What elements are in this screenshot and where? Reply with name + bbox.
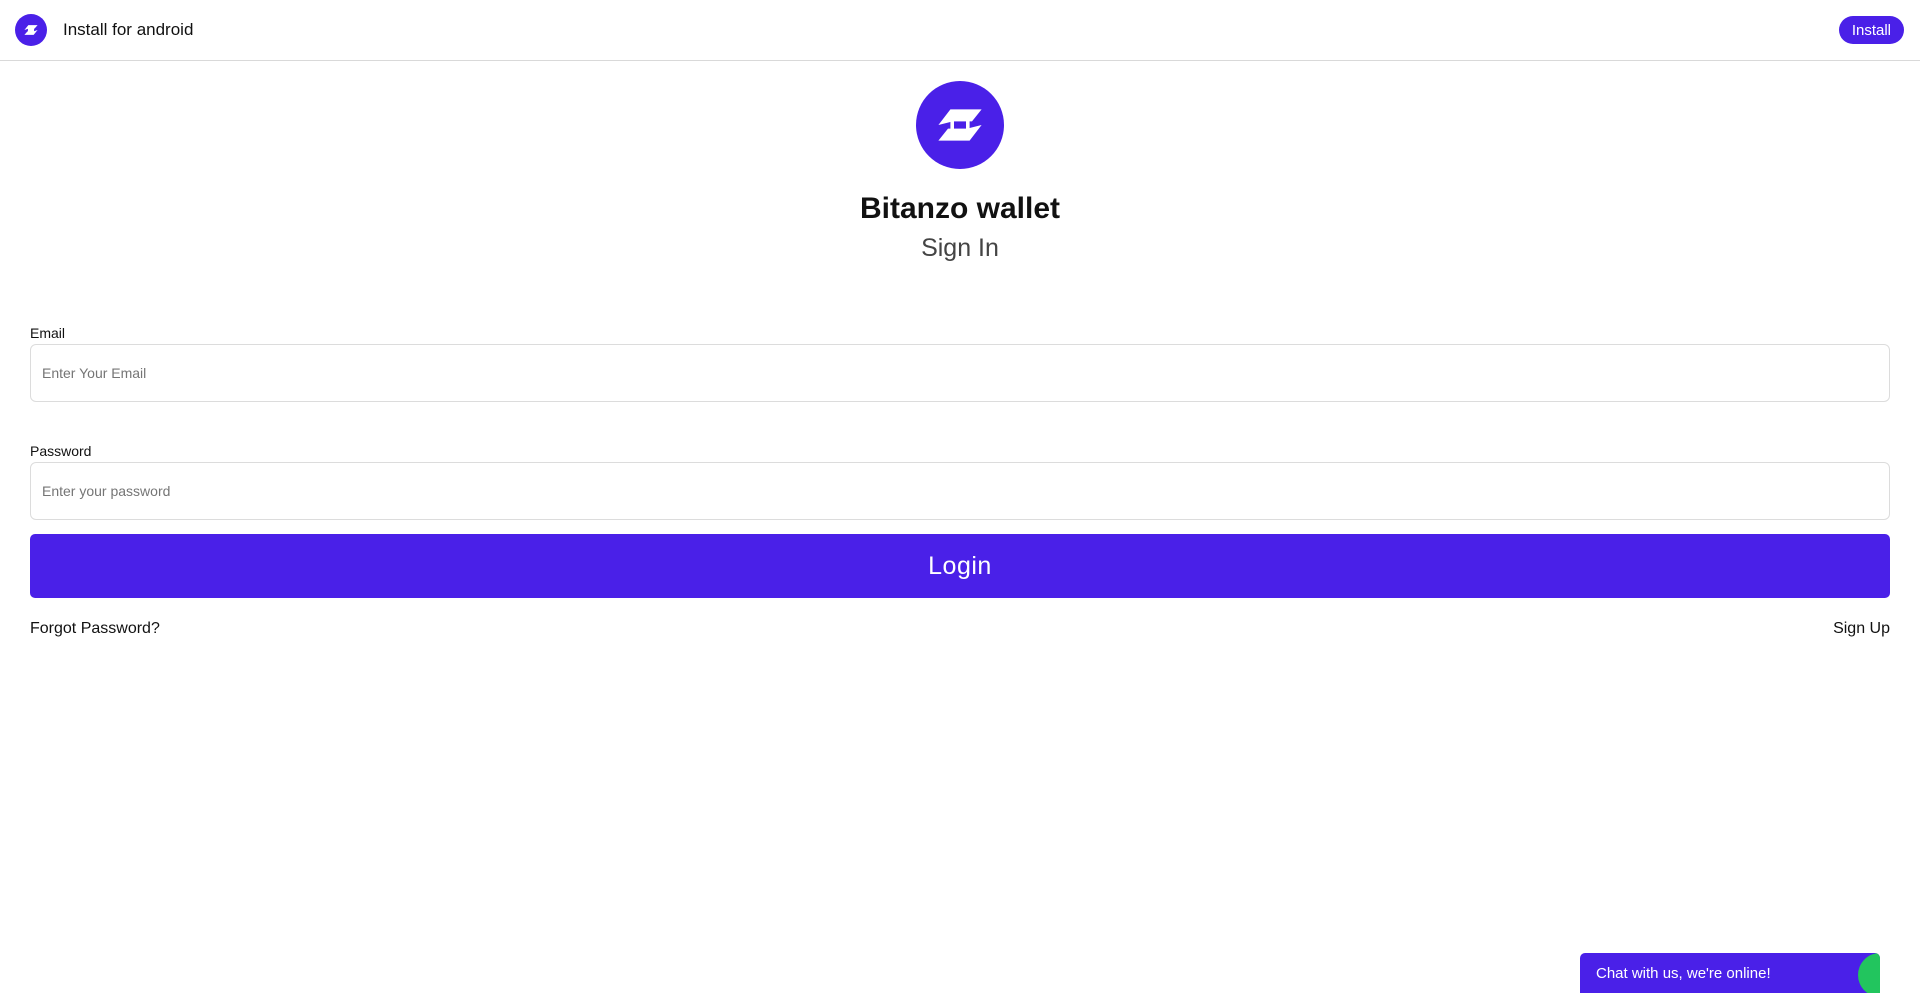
app-logo-icon <box>15 14 47 46</box>
sign-up-link[interactable]: Sign Up <box>1833 620 1890 638</box>
online-status-indicator <box>1858 953 1880 993</box>
page-title: Bitanzo wallet <box>859 192 1061 225</box>
bitanzo-logo-icon <box>916 81 1004 169</box>
page-subtitle: Sign In <box>921 234 999 262</box>
password-field[interactable] <box>30 462 1890 520</box>
email-label: Email <box>30 325 66 341</box>
email-field[interactable] <box>30 344 1890 402</box>
install-banner-label: Install for android <box>63 20 194 39</box>
forgot-password-link[interactable]: Forgot Password? <box>30 620 160 638</box>
chat-widget-label: Chat with us, we're online! <box>1596 965 1771 982</box>
chat-widget[interactable]: Chat with us, we're online! <box>1580 953 1880 993</box>
install-button[interactable]: Install <box>1838 16 1904 44</box>
install-banner: Install for android Install <box>0 0 1920 61</box>
password-label: Password <box>30 443 92 459</box>
login-button[interactable]: Login <box>30 534 1890 598</box>
